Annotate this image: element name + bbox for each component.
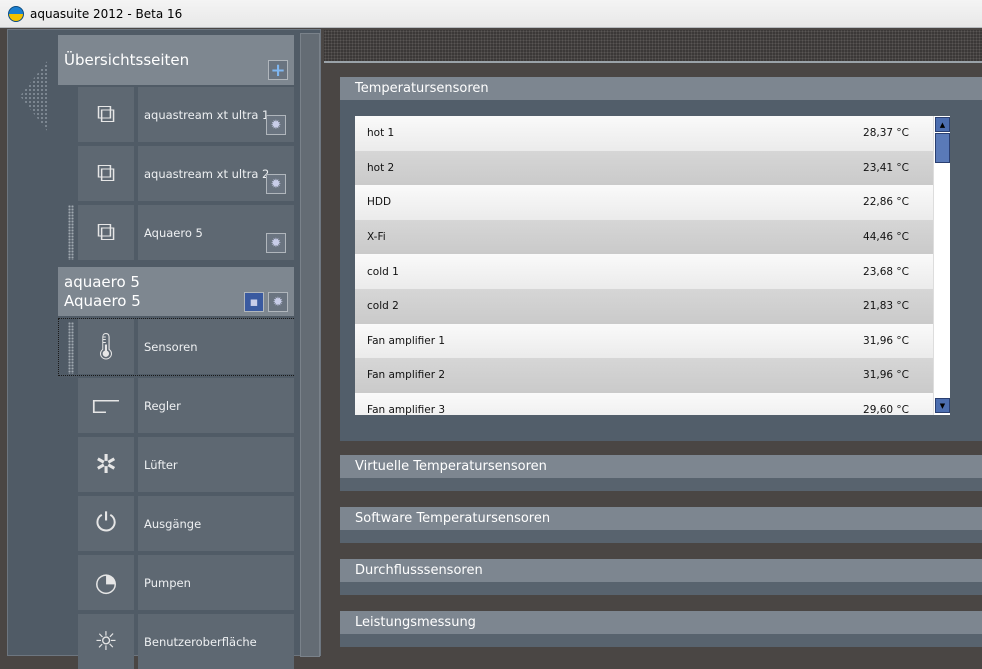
temperature-sensors-panel: Temperatursensoren hot 1 28,37 °C hot 2 … — [340, 77, 982, 441]
nav-item-label: Pumpen — [138, 555, 294, 610]
sensor-name: X-Fi — [367, 231, 386, 244]
plug-icon: ⏻ — [78, 496, 134, 551]
panel-header[interactable]: Software Temperatursensoren — [340, 507, 982, 530]
title-bar: aquasuite 2012 - Beta 16 — [0, 0, 982, 28]
collapsed-panel: Virtuelle Temperatursensoren — [340, 455, 982, 491]
scroll-thumb[interactable] — [935, 133, 950, 163]
sensor-name: Fan amplifier 1 — [367, 334, 446, 347]
nav-item-label: Regler — [138, 378, 294, 433]
gear-icon[interactable]: ✹ — [266, 115, 286, 135]
sidebar: Übersichtsseiten + ⧉ aquastream xt ultra… — [7, 29, 321, 669]
scroll-up-icon[interactable]: ▲ — [935, 117, 950, 132]
sensor-row[interactable]: Fan amplifier 1 31,96 °C — [355, 323, 933, 359]
pages-icon: ⧉ — [78, 205, 134, 260]
sensor-value: 44,46 °C — [863, 231, 909, 244]
sensor-value: 21,83 °C — [863, 300, 909, 313]
nav-item-label: Ausgänge — [138, 496, 294, 551]
save-icon[interactable]: ▪ — [244, 292, 264, 312]
device-header: aquaero 5 Aquaero 5 ▪ ✹ — [58, 267, 294, 316]
sensor-row[interactable]: cold 1 23,68 °C — [355, 254, 933, 289]
sensor-name: hot 1 — [367, 127, 395, 140]
plus-icon[interactable]: + — [268, 60, 288, 81]
controller-icon: ⫍ — [78, 378, 134, 433]
nav-item-label: Sensoren — [138, 319, 294, 374]
sensor-row[interactable]: hot 2 23,41 °C — [355, 150, 933, 186]
pages-icon: ⧉ — [78, 146, 134, 201]
sensor-name: Fan amplifier 3 — [367, 404, 446, 415]
fan-icon: ✲ — [78, 437, 134, 492]
panel-header[interactable]: Virtuelle Temperatursensoren — [340, 455, 982, 478]
nav-item-label: Lüfter — [138, 437, 294, 492]
collapse-arrow-icon[interactable] — [20, 60, 48, 132]
sensor-row[interactable]: hot 1 28,37 °C — [355, 116, 933, 151]
sensor-row[interactable]: Fan amplifier 3 29,60 °C — [355, 392, 933, 415]
collapsed-panel: Durchflusssensoren — [340, 559, 982, 595]
sensor-name: cold 1 — [367, 265, 399, 278]
sensor-row[interactable]: HDD 22,86 °C — [355, 185, 933, 220]
sensor-value: 31,96 °C — [863, 369, 909, 382]
sensor-value: 22,86 °C — [863, 196, 909, 209]
sidebar-scrollbar[interactable] — [300, 33, 320, 657]
sensor-name: Fan amplifier 2 — [367, 369, 446, 382]
overview-header: Übersichtsseiten + — [58, 35, 294, 85]
top-band — [324, 30, 982, 63]
sensor-row[interactable]: cold 2 21,83 °C — [355, 288, 933, 324]
sensor-value: 31,96 °C — [863, 334, 909, 347]
gear-icon[interactable]: ✹ — [266, 174, 286, 194]
scroll-down-icon[interactable]: ▼ — [935, 398, 950, 413]
sensor-name: cold 2 — [367, 300, 399, 313]
sensor-value: 29,60 °C — [863, 404, 909, 415]
window-title: aquasuite 2012 - Beta 16 — [30, 6, 183, 21]
panel-header[interactable]: Temperatursensoren — [340, 77, 982, 100]
collapsed-panel: Leistungsmessung — [340, 611, 982, 647]
drag-grip-icon[interactable] — [68, 322, 74, 374]
drag-grip-icon[interactable] — [68, 205, 74, 260]
nav-item-label: Benutzeroberfläche — [138, 614, 294, 669]
sensor-name: HDD — [367, 196, 392, 209]
pump-icon: ◔ — [78, 555, 134, 610]
brightness-icon: ☼ — [78, 614, 134, 669]
panel-header[interactable]: Durchflusssensoren — [340, 559, 982, 582]
sensor-value: 28,37 °C — [863, 127, 909, 140]
sensor-row[interactable]: X-Fi 44,46 °C — [355, 219, 933, 255]
list-scrollbar[interactable]: ▲ ▼ — [933, 116, 950, 415]
collapsed-panel: Software Temperatursensoren — [340, 507, 982, 543]
sensor-value: 23,68 °C — [863, 265, 909, 278]
sensor-value: 23,41 °C — [863, 161, 909, 174]
pages-icon: ⧉ — [78, 87, 134, 142]
sensor-row[interactable]: Fan amplifier 2 31,96 °C — [355, 358, 933, 393]
sensor-list: hot 1 28,37 °C hot 2 23,41 °C HDD 22,86 … — [355, 116, 933, 415]
app-logo-icon — [8, 5, 24, 22]
sensor-name: hot 2 — [367, 161, 395, 174]
gear-icon[interactable]: ✹ — [268, 292, 288, 312]
thermometer-icon: 🌡 — [78, 319, 134, 374]
panel-header[interactable]: Leistungsmessung — [340, 611, 982, 634]
gear-icon[interactable]: ✹ — [266, 233, 286, 253]
